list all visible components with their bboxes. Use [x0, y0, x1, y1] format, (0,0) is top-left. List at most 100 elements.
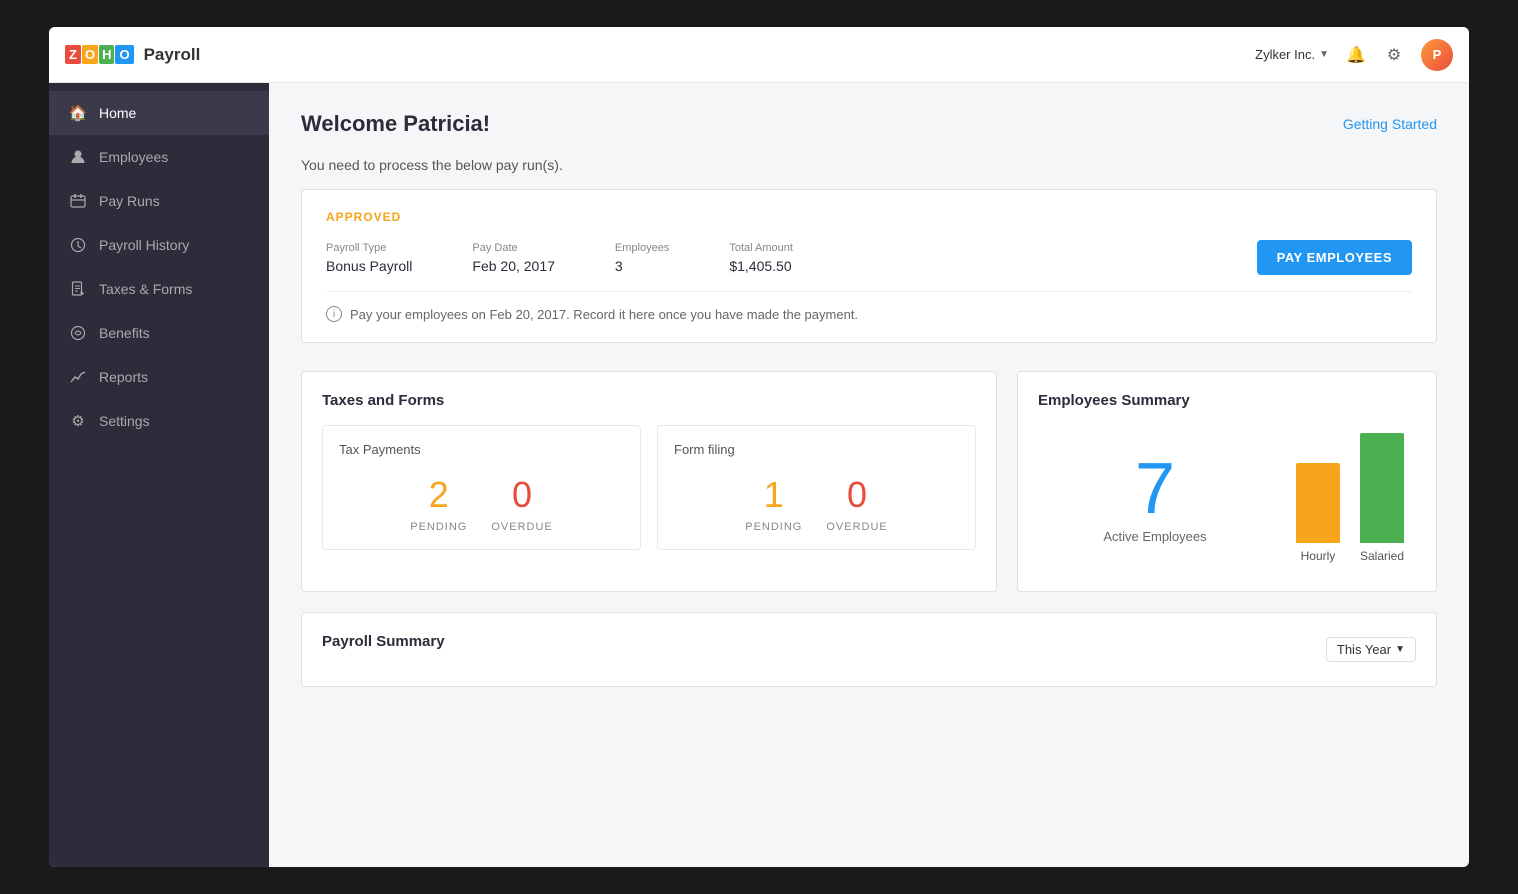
- sidebar-label-benefits: Benefits: [99, 325, 150, 341]
- subtitle: You need to process the below pay run(s)…: [301, 157, 1437, 173]
- logo-o2: O: [115, 45, 133, 64]
- logo-z: Z: [65, 45, 81, 64]
- page-title: Welcome Patricia!: [301, 111, 490, 137]
- benefits-icon: [69, 324, 87, 342]
- hourly-bar: [1296, 463, 1340, 543]
- total-amount-value: $1,405.50: [729, 258, 793, 274]
- pay-employees-button[interactable]: PAY EMPLOYEES: [1257, 240, 1412, 275]
- active-label: Active Employees: [1103, 529, 1206, 544]
- sidebar-label-reports: Reports: [99, 369, 148, 385]
- form-overdue-label: OVERDUE: [826, 521, 887, 533]
- logo-o: O: [82, 45, 98, 64]
- active-count: 7: [1135, 453, 1175, 525]
- payroll-summary-title: Payroll Summary: [322, 633, 445, 650]
- sidebar-item-reports[interactable]: Reports: [49, 355, 269, 399]
- taxes-grid: Tax Payments 2 PENDING 0 OVERDUE: [322, 425, 976, 550]
- page-header: Welcome Patricia! Getting Started: [301, 111, 1437, 137]
- sidebar-label-payroll-history: Payroll History: [99, 237, 189, 253]
- pay-date-label: Pay Date: [472, 242, 555, 254]
- sidebar-item-settings[interactable]: ⚙ Settings: [49, 399, 269, 443]
- sidebar-item-payruns[interactable]: Pay Runs: [49, 179, 269, 223]
- employees-field: Employees 3: [615, 242, 669, 274]
- form-pending-stat: 1 PENDING: [745, 477, 802, 533]
- form-filing-section: Form filing 1 PENDING 0 OVERDUE: [657, 425, 976, 550]
- payroll-summary-header: Payroll Summary This Year ▼: [322, 633, 1416, 666]
- sidebar: 🏠 Home Employees: [49, 83, 269, 867]
- payrun-details: Payroll Type Bonus Payroll Pay Date Feb …: [326, 240, 1412, 275]
- salaried-bar-group: Salaried: [1360, 433, 1404, 563]
- sidebar-label-taxes-forms: Taxes & Forms: [99, 281, 192, 297]
- tax-overdue-label: OVERDUE: [491, 521, 552, 533]
- sidebar-item-home[interactable]: 🏠 Home: [49, 91, 269, 135]
- payrun-card: APPROVED Payroll Type Bonus Payroll Pay …: [301, 189, 1437, 343]
- logo-h: H: [99, 45, 114, 64]
- sidebar-label-settings: Settings: [99, 413, 150, 429]
- header-right: Zylker Inc. ▼ 🔔 ⚙ P: [1255, 39, 1453, 71]
- company-name: Zylker Inc.: [1255, 47, 1315, 62]
- year-selector[interactable]: This Year ▼: [1326, 637, 1416, 662]
- year-filter-label: This Year: [1337, 642, 1391, 657]
- main-content: Welcome Patricia! Getting Started You ne…: [269, 83, 1469, 867]
- tax-pending-stat: 2 PENDING: [410, 477, 467, 533]
- getting-started-link[interactable]: Getting Started: [1343, 116, 1437, 132]
- payroll-summary-card: Payroll Summary This Year ▼: [301, 612, 1437, 687]
- chevron-down-icon: ▼: [1319, 49, 1329, 60]
- employees-card: Employees Summary 7 Active Employees Hou…: [1017, 371, 1437, 592]
- salaried-label: Salaried: [1360, 549, 1404, 563]
- active-count-section: 7 Active Employees: [1038, 453, 1272, 544]
- tax-numbers: 2 PENDING 0 OVERDUE: [339, 477, 624, 533]
- dashboard-grid: Taxes and Forms Tax Payments 2 PENDING: [301, 371, 1437, 592]
- settings-icon: ⚙: [69, 412, 87, 430]
- form-overdue-stat: 0 OVERDUE: [826, 477, 887, 533]
- gear-icon[interactable]: ⚙: [1383, 44, 1405, 66]
- logo: Z O H O: [65, 45, 134, 64]
- salaried-bar: [1360, 433, 1404, 543]
- body: 🏠 Home Employees: [49, 83, 1469, 867]
- info-icon: i: [326, 306, 342, 322]
- total-amount-field: Total Amount $1,405.50: [729, 242, 793, 274]
- tax-overdue-stat: 0 OVERDUE: [491, 477, 552, 533]
- sidebar-label-payruns: Pay Runs: [99, 193, 160, 209]
- tax-overdue-number: 0: [491, 477, 552, 513]
- payrun-info-text: Pay your employees on Feb 20, 2017. Reco…: [350, 307, 858, 322]
- employees-summary: 7 Active Employees Hourly Sal: [1038, 425, 1416, 571]
- approved-badge: APPROVED: [326, 210, 1412, 224]
- taxes-card: Taxes and Forms Tax Payments 2 PENDING: [301, 371, 997, 592]
- reports-icon: [69, 368, 87, 386]
- chart-section: Hourly Salaried: [1296, 433, 1416, 563]
- notification-icon[interactable]: 🔔: [1345, 44, 1367, 66]
- sidebar-item-employees[interactable]: Employees: [49, 135, 269, 179]
- pay-date-value: Feb 20, 2017: [472, 258, 555, 274]
- total-amount-label: Total Amount: [729, 242, 793, 254]
- tax-pending-label: PENDING: [410, 521, 467, 533]
- hourly-bar-group: Hourly: [1296, 463, 1340, 563]
- taxes-card-title: Taxes and Forms: [322, 392, 976, 409]
- pay-date-field: Pay Date Feb 20, 2017: [472, 242, 555, 274]
- payroll-type-field: Payroll Type Bonus Payroll: [326, 242, 412, 274]
- sidebar-item-payroll-history[interactable]: Payroll History: [49, 223, 269, 267]
- employees-card-title: Employees Summary: [1038, 392, 1416, 409]
- header: Z O H O Payroll Zylker Inc. ▼ 🔔 ⚙ P: [49, 27, 1469, 83]
- form-pending-label: PENDING: [745, 521, 802, 533]
- employees-label: Employees: [615, 242, 669, 254]
- form-numbers: 1 PENDING 0 OVERDUE: [674, 477, 959, 533]
- form-pending-number: 1: [745, 477, 802, 513]
- tax-payments-section: Tax Payments 2 PENDING 0 OVERDUE: [322, 425, 641, 550]
- avatar[interactable]: P: [1421, 39, 1453, 71]
- sidebar-item-taxes-forms[interactable]: Taxes & Forms: [49, 267, 269, 311]
- form-overdue-number: 0: [826, 477, 887, 513]
- sidebar-item-benefits[interactable]: Benefits: [49, 311, 269, 355]
- chevron-down-icon: ▼: [1395, 644, 1405, 655]
- logo-area: Z O H O Payroll: [65, 45, 285, 65]
- form-filing-title: Form filing: [674, 442, 959, 457]
- taxes-forms-icon: [69, 280, 87, 298]
- tax-payments-title: Tax Payments: [339, 442, 624, 457]
- tax-pending-number: 2: [410, 477, 467, 513]
- payroll-type-value: Bonus Payroll: [326, 258, 412, 274]
- company-selector[interactable]: Zylker Inc. ▼: [1255, 47, 1329, 62]
- employees-value: 3: [615, 258, 669, 274]
- sidebar-label-employees: Employees: [99, 149, 168, 165]
- home-icon: 🏠: [69, 104, 87, 122]
- payrun-info: i Pay your employees on Feb 20, 2017. Re…: [326, 291, 1412, 322]
- payruns-icon: [69, 192, 87, 210]
